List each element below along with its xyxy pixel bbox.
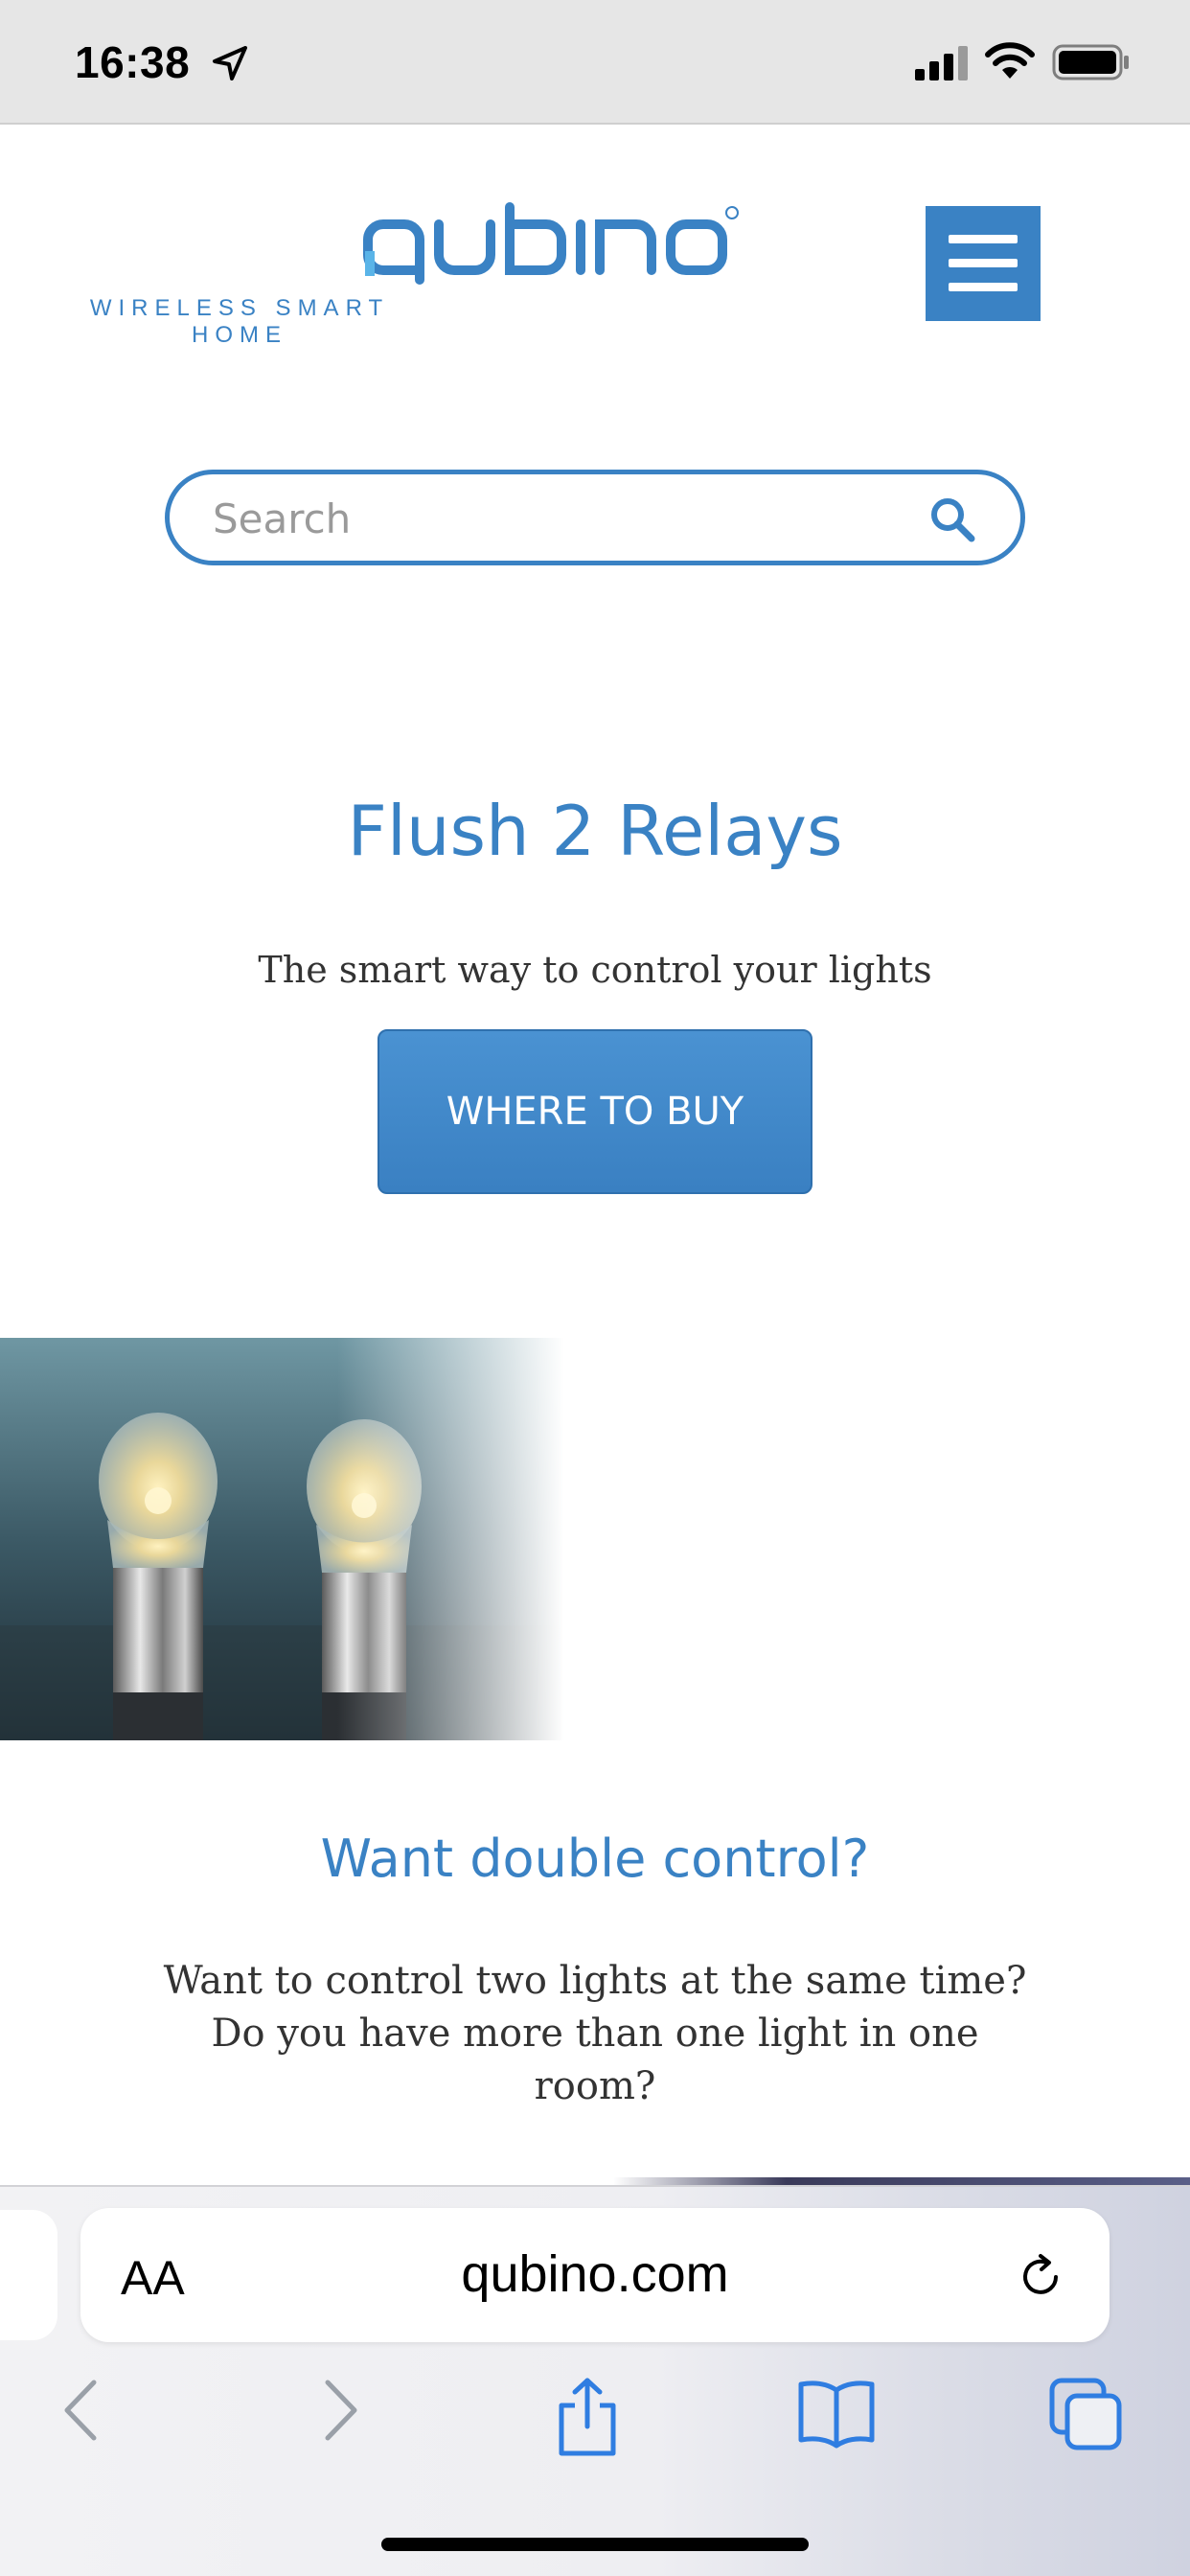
hero-subtitle: The smart way to control your lights [258,949,932,991]
status-bar: 16:38 [0,0,1190,125]
url-text[interactable]: qubino.com [80,2244,1110,2304]
search-icon[interactable] [928,495,976,543]
home-indicator[interactable] [381,2538,809,2551]
qubino-logo-wordmark [363,202,739,285]
share-icon[interactable] [554,2377,621,2459]
bookmarks-icon[interactable] [795,2377,878,2450]
status-time: 16:38 [75,37,191,87]
search-input[interactable] [213,492,883,545]
tabs-icon[interactable] [1048,2377,1125,2453]
light-bulbs-image [0,1338,613,1740]
previous-tab-peek[interactable] [0,2210,57,2340]
wifi-icon [985,42,1035,79]
cellular-signal-icon [915,46,968,80]
section-body: Want to control two lights at the same t… [163,1959,1027,2108]
battery-icon [1052,44,1129,80]
address-bar[interactable]: AA qubino.com [80,2208,1110,2342]
section-title: Want double control? [320,1828,870,1889]
page-title: Flush 2 Relays [347,791,843,871]
reload-icon[interactable] [1014,2250,1067,2304]
location-arrow-icon [213,46,247,80]
back-icon[interactable] [57,2377,105,2444]
forward-icon[interactable] [316,2377,364,2444]
hamburger-menu-button[interactable] [926,206,1041,321]
logo-tagline: WIRELESS SMART HOME [89,295,390,348]
where-to-buy-button[interactable]: WHERE TO BUY [378,1029,812,1194]
search-bar[interactable] [165,470,1025,565]
hamburger-menu-icon [949,235,1018,243]
